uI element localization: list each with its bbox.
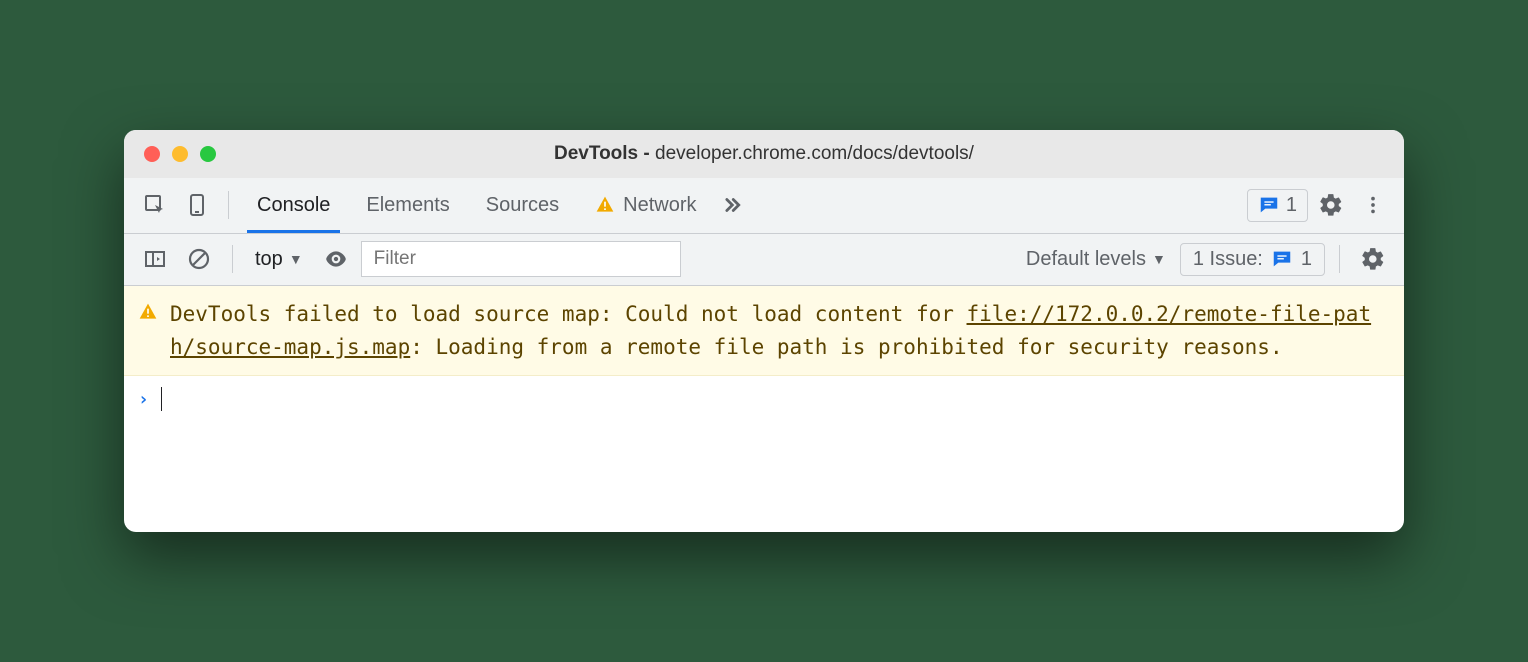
warning-post: : Loading from a remote file path is pro… xyxy=(410,335,1282,359)
console-warning-row: DevTools failed to load source map: Coul… xyxy=(124,286,1404,376)
text-cursor xyxy=(161,387,163,411)
more-tabs-icon[interactable] xyxy=(717,186,755,224)
tab-label: Sources xyxy=(486,194,559,217)
console-toolbar: top ▼ Default levels ▼ 1 Issue: 1 xyxy=(124,234,1404,286)
prompt-chevron-icon: › xyxy=(138,389,149,410)
window-title-prefix: DevTools - xyxy=(554,143,655,164)
tab-console[interactable]: Console xyxy=(241,177,346,233)
message-icon xyxy=(1271,248,1293,270)
filter-input[interactable] xyxy=(361,241,681,277)
main-tabbar: Console Elements Sources Network 1 xyxy=(124,178,1404,234)
console-prompt[interactable]: › xyxy=(124,376,1404,422)
devtools-window: DevTools - developer.chrome.com/docs/dev… xyxy=(124,130,1404,532)
warning-icon xyxy=(595,195,615,215)
console-blank-area[interactable] xyxy=(124,422,1404,532)
tab-elements[interactable]: Elements xyxy=(350,177,465,233)
issues-label: 1 Issue: xyxy=(1193,248,1263,271)
log-levels-selector[interactable]: Default levels ▼ xyxy=(1018,248,1174,271)
context-selector[interactable]: top ▼ xyxy=(247,244,311,275)
context-label: top xyxy=(255,248,283,271)
tab-label: Network xyxy=(623,194,696,217)
issues-count: 1 xyxy=(1301,248,1312,271)
tab-network[interactable]: Network xyxy=(579,177,712,233)
sidebar-toggle-icon[interactable] xyxy=(136,240,174,278)
titlebar: DevTools - developer.chrome.com/docs/dev… xyxy=(124,130,1404,178)
inspect-element-icon[interactable] xyxy=(136,186,174,224)
divider xyxy=(228,191,229,219)
window-title: DevTools - developer.chrome.com/docs/dev… xyxy=(124,143,1404,165)
chevron-down-icon: ▼ xyxy=(289,251,303,267)
issues-badge[interactable]: 1 xyxy=(1247,189,1308,222)
divider xyxy=(1339,245,1340,273)
badge-count: 1 xyxy=(1286,194,1297,217)
live-expression-icon[interactable] xyxy=(317,240,355,278)
message-icon xyxy=(1258,194,1280,216)
tab-label: Console xyxy=(257,194,330,217)
device-toolbar-icon[interactable] xyxy=(178,186,216,224)
settings-icon[interactable] xyxy=(1312,186,1350,224)
window-title-url: developer.chrome.com/docs/devtools/ xyxy=(655,143,974,164)
console-settings-icon[interactable] xyxy=(1354,240,1392,278)
divider xyxy=(232,245,233,273)
issues-button[interactable]: 1 Issue: 1 xyxy=(1180,243,1325,276)
warning-text: DevTools failed to load source map: Coul… xyxy=(170,298,1390,363)
warning-pre: DevTools failed to load source map: Coul… xyxy=(170,302,967,326)
tab-sources[interactable]: Sources xyxy=(470,177,575,233)
levels-label: Default levels xyxy=(1026,248,1146,271)
clear-console-icon[interactable] xyxy=(180,240,218,278)
chevron-down-icon: ▼ xyxy=(1152,251,1166,267)
tab-label: Elements xyxy=(366,194,449,217)
kebab-menu-icon[interactable] xyxy=(1354,186,1392,224)
warning-icon xyxy=(138,302,158,322)
